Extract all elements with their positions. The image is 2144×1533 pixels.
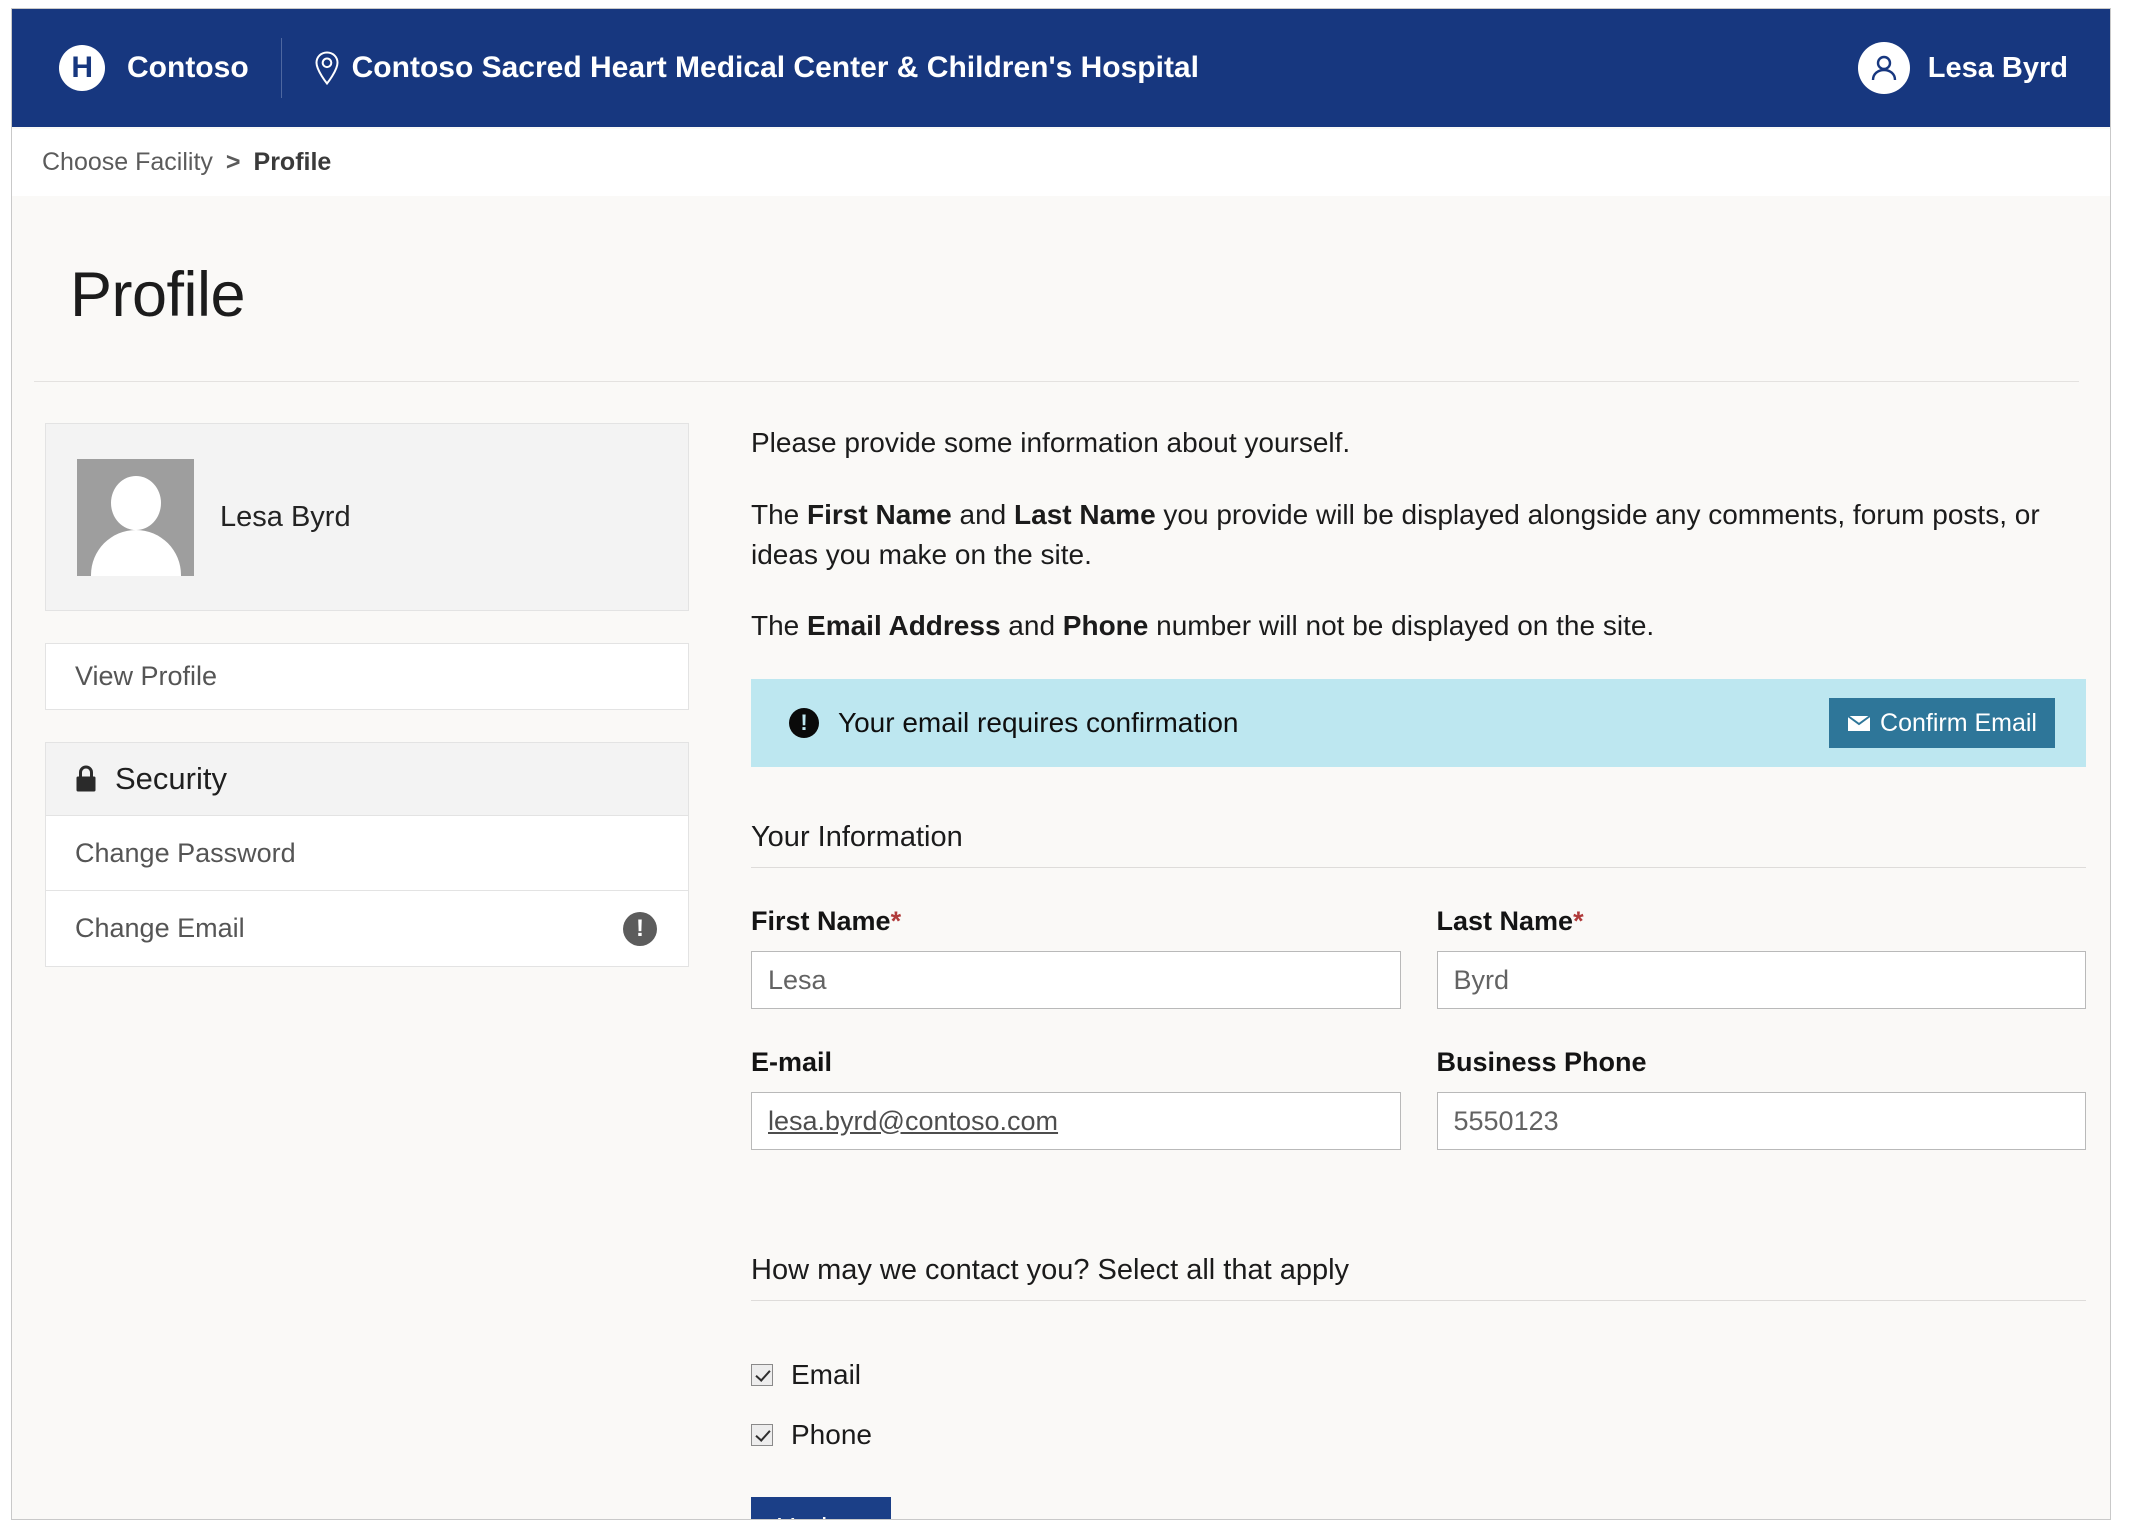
intro-line-2: The First Name and Last Name you provide… bbox=[751, 495, 2086, 575]
profile-sidebar: Lesa Byrd View Profile Security Change P… bbox=[45, 423, 689, 967]
contact-option-phone-label: Phone bbox=[791, 1419, 872, 1450]
update-button[interactable]: Update bbox=[751, 1497, 892, 1519]
intro3-phone-bold: Phone bbox=[1062, 610, 1149, 642]
security-panel: Security Change Password Change Email ! bbox=[45, 742, 689, 967]
last-name-label: Last Name* bbox=[1437, 906, 2087, 937]
business-phone-field-group: Business Phone bbox=[1436, 1047, 2087, 1150]
sidebar-item-change-password[interactable]: Change Password bbox=[46, 816, 688, 891]
facility-selector[interactable]: Contoso Sacred Heart Medical Center & Ch… bbox=[314, 51, 1199, 85]
contact-option-phone[interactable]: Phone bbox=[751, 1419, 2086, 1451]
facility-name: Contoso Sacred Heart Medical Center & Ch… bbox=[351, 51, 1199, 84]
intro2-first-name-bold: First Name bbox=[807, 498, 952, 530]
business-phone-label: Business Phone bbox=[1437, 1047, 2087, 1078]
last-name-input[interactable] bbox=[1436, 951, 2086, 1009]
breadcrumb-link-choose-facility[interactable]: Choose Facility bbox=[42, 148, 213, 177]
intro2-last-name-bold: Last Name bbox=[1014, 498, 1156, 530]
your-information-heading: Your Information bbox=[751, 821, 2086, 868]
first-name-input[interactable] bbox=[751, 951, 1401, 1009]
sidebar-item-change-email[interactable]: Change Email ! bbox=[46, 891, 688, 966]
alert-message-group: ! Your email requires confirmation bbox=[789, 707, 1239, 739]
confirm-email-button[interactable]: Confirm Email bbox=[1829, 698, 2055, 748]
email-input[interactable] bbox=[751, 1092, 1401, 1150]
name-field-row: First Name* Last Name* bbox=[751, 906, 2086, 1009]
alert-message: Your email requires confirmation bbox=[838, 707, 1239, 738]
profile-avatar-name: Lesa Byrd bbox=[220, 500, 351, 533]
breadcrumb-current-profile: Profile bbox=[253, 148, 332, 176]
contact-field-row: E-mail Business Phone bbox=[751, 1047, 2086, 1150]
first-name-field-group: First Name* bbox=[751, 906, 1401, 1009]
contact-preferences-heading: How may we contact you? Select all that … bbox=[751, 1254, 2086, 1301]
intro2-part-a: The bbox=[751, 498, 808, 530]
email-label-text: E-mail bbox=[751, 1047, 833, 1077]
last-name-label-text: Last Name bbox=[1436, 906, 1574, 936]
brand-name: Contoso bbox=[127, 51, 249, 84]
intro3-email-bold: Email Address bbox=[807, 610, 1001, 642]
person-placeholder-icon bbox=[77, 458, 194, 576]
envelope-icon bbox=[1847, 714, 1871, 732]
change-email-label: Change Email bbox=[75, 913, 245, 943]
alert-circle-icon: ! bbox=[789, 708, 819, 738]
profile-avatar-card: Lesa Byrd bbox=[45, 423, 689, 611]
security-panel-header: Security bbox=[46, 743, 688, 816]
checkbox-email[interactable] bbox=[751, 1364, 773, 1386]
sidebar-item-view-profile[interactable]: View Profile bbox=[45, 643, 689, 710]
first-name-label-text: First Name bbox=[751, 906, 891, 936]
brand-group[interactable]: H Contoso Contoso Sacred Heart Medical C… bbox=[59, 38, 1199, 98]
security-panel-title: Security bbox=[115, 761, 227, 796]
view-profile-label: View Profile bbox=[75, 661, 218, 691]
logo-letter: H bbox=[71, 51, 93, 84]
lock-icon bbox=[73, 764, 99, 794]
intro2-part-c: and bbox=[951, 498, 1015, 530]
email-confirmation-alert: ! Your email requires confirmation Confi… bbox=[751, 679, 2086, 767]
user-name: Lesa Byrd bbox=[1927, 51, 2068, 84]
top-navigation-bar: H Contoso Contoso Sacred Heart Medical C… bbox=[12, 9, 2110, 127]
contact-option-email[interactable]: Email bbox=[751, 1359, 2086, 1391]
title-divider bbox=[34, 381, 2079, 382]
change-password-label: Change Password bbox=[75, 837, 296, 868]
profile-main-content: Please provide some information about yo… bbox=[751, 423, 2086, 1519]
last-name-required-mark: * bbox=[1573, 906, 1584, 936]
breadcrumb: Choose Facility > Profile bbox=[12, 129, 2110, 196]
user-menu[interactable]: Lesa Byrd bbox=[1857, 42, 2068, 94]
intro3-part-c: and bbox=[1000, 610, 1063, 642]
map-pin-icon bbox=[314, 51, 340, 85]
breadcrumb-separator: > bbox=[225, 148, 241, 176]
business-phone-label-text: Business Phone bbox=[1436, 1047, 1647, 1077]
checkbox-phone[interactable] bbox=[751, 1424, 773, 1446]
intro3-part-d: number will not be displayed on the site… bbox=[1148, 610, 1655, 642]
page-title: Profile bbox=[70, 260, 246, 330]
hospital-h-logo-icon: H bbox=[59, 45, 105, 91]
browser-page-frame: H Contoso Contoso Sacred Heart Medical C… bbox=[11, 8, 2111, 1520]
last-name-field-group: Last Name* bbox=[1436, 906, 2087, 1009]
header-divider bbox=[280, 38, 282, 98]
first-name-label: First Name* bbox=[751, 906, 1401, 937]
user-avatar-icon bbox=[1857, 42, 1910, 94]
alert-circle-icon: ! bbox=[623, 911, 657, 946]
intro3-part-a: The bbox=[751, 610, 808, 642]
intro-line-3: The Email Address and Phone number will … bbox=[751, 606, 2086, 646]
contact-option-email-label: Email bbox=[791, 1359, 862, 1390]
confirm-email-label: Confirm Email bbox=[1880, 708, 2037, 737]
business-phone-input[interactable] bbox=[1436, 1092, 2086, 1150]
email-field-group: E-mail bbox=[751, 1047, 1401, 1150]
intro-line-1: Please provide some information about yo… bbox=[751, 427, 1351, 458]
first-name-required-mark: * bbox=[890, 906, 902, 936]
email-label: E-mail bbox=[751, 1047, 1401, 1078]
